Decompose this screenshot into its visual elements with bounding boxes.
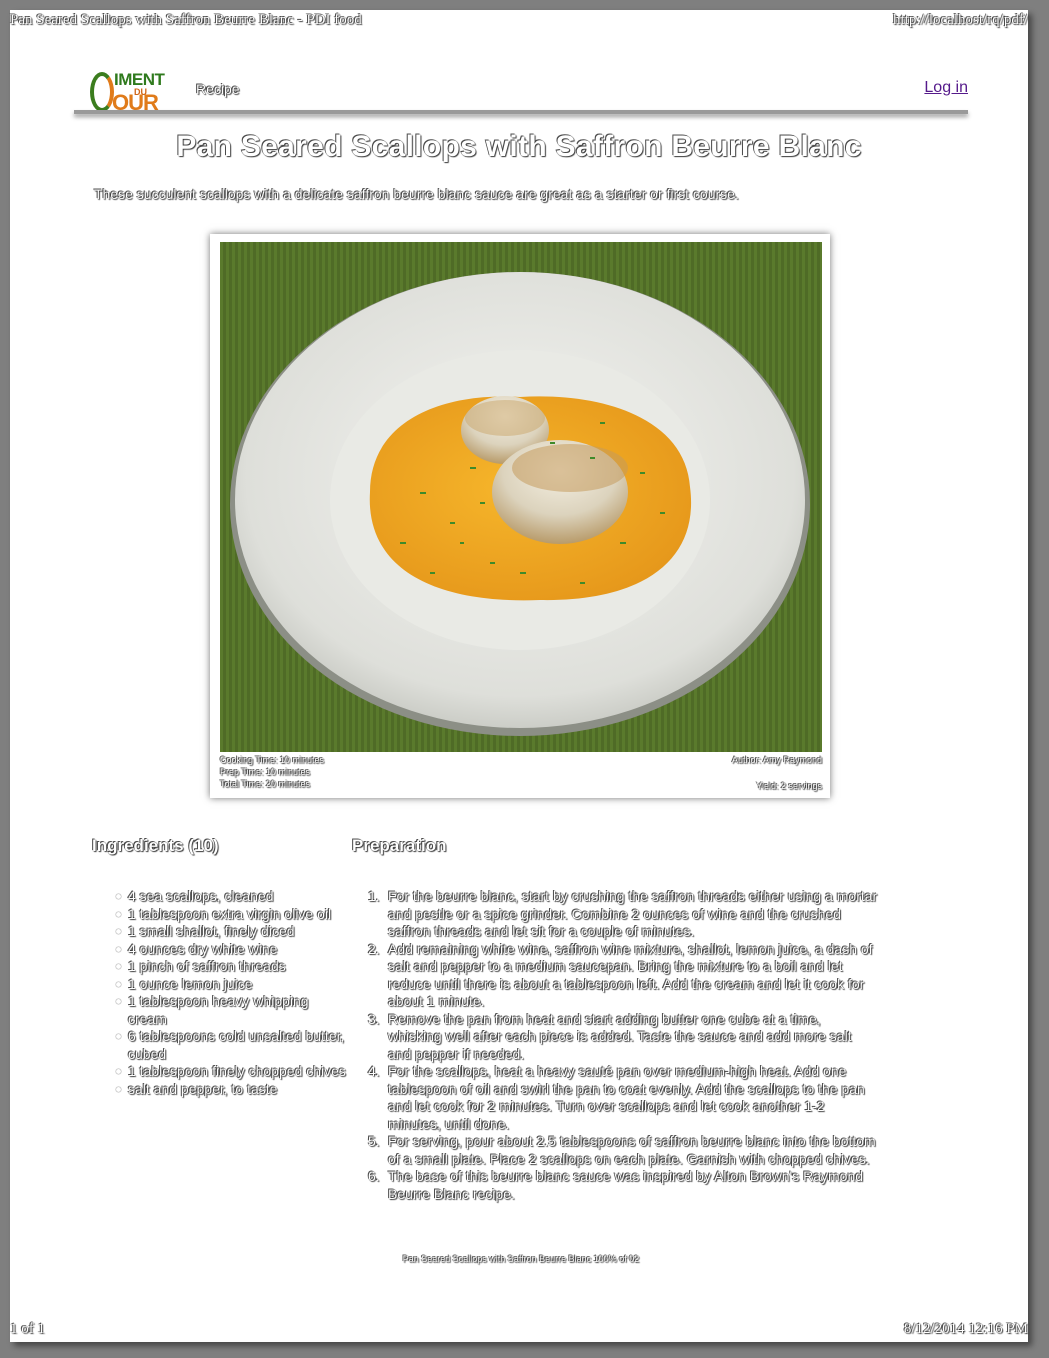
logo-swirl-icon	[90, 72, 114, 112]
step-number: 1.	[368, 888, 380, 904]
list-item: 1 ounce lemon juice	[116, 976, 348, 994]
preparation-steps: 1. For the beurre blanc, start by crushin…	[368, 888, 878, 1203]
recipe-photo	[220, 242, 822, 752]
list-item: 5. For serving, pour about 2.5 tablespoon…	[368, 1133, 878, 1168]
list-item: 6 tablespoons cold unsalted butter, cube…	[116, 1028, 348, 1063]
list-item: 2. Add remaining white wine, saffron wine…	[368, 940, 878, 1011]
list-item: 4 ounces dry white wine	[116, 941, 348, 959]
list-item: 3. Remove the pan from heat and start add…	[368, 1010, 878, 1064]
step-number: 2.	[368, 940, 380, 957]
step-number: 5.	[368, 1133, 380, 1149]
step-text: For the beurre blanc, start by crushing …	[388, 888, 878, 939]
recipe-times: Cooking Time: 10 minutes Prep Time: 10 m…	[220, 754, 324, 790]
list-item: 1 pinch of saffron threads	[116, 958, 348, 976]
step-text: The base of this beurre blanc sauce was …	[388, 1168, 864, 1202]
print-footer-page-count: 1 of 1	[10, 1321, 45, 1337]
step-text: For serving, pour about 2.5 tablespoons …	[388, 1133, 876, 1167]
site-header: IMENT DU OUR Recipe Log in	[74, 66, 968, 116]
list-item: 4. For the scallops, heat a heavy sauté p…	[368, 1063, 878, 1133]
printed-page: Pan Seared Scallops with Saffron Beurre …	[10, 10, 1028, 1342]
list-item: 6. The base of this beurre blanc sauce wa…	[368, 1168, 878, 1203]
list-item: 1 small shallot, finely diced	[116, 923, 348, 941]
total-time: Total Time: 20 minutes	[220, 779, 311, 789]
header-divider	[74, 110, 968, 114]
step-number: 6.	[368, 1168, 380, 1184]
step-number: 4.	[368, 1063, 380, 1079]
cooking-time: Cooking Time: 10 minutes	[220, 755, 325, 765]
nav-recipe[interactable]: Recipe	[196, 81, 240, 97]
recipe-title: Pan Seared Scallops with Saffron Beurre …	[176, 130, 862, 163]
step-text: Add remaining white wine, saffron wine m…	[388, 940, 873, 1010]
recipe-yield: Yield: 2 servings	[756, 781, 822, 791]
step-text: For the scallops, heat a heavy sauté pan…	[388, 1063, 865, 1132]
ingredients-heading: Ingredients (10)	[92, 836, 219, 855]
list-item: salt and pepper, to taste	[116, 1081, 348, 1099]
login-link[interactable]: Log in	[924, 79, 968, 97]
print-footer-date: 8/12/2014 12:16 PM	[903, 1321, 1028, 1337]
site-logo[interactable]: IMENT DU OUR	[90, 70, 180, 115]
step-number: 3.	[368, 1010, 380, 1027]
recipe-intro: These succulent scallops with a delicate…	[94, 186, 739, 202]
ingredients-list: 4 sea scallops, cleaned 1 tablespoon ext…	[116, 888, 348, 1099]
list-item: 1 tablespoon heavy whipping cream	[116, 993, 348, 1028]
print-header-url: http://localhost/rq/pdf/	[893, 12, 1028, 28]
list-item: 1 tablespoon extra virgin olive oil	[116, 906, 348, 924]
list-item: 4 sea scallops, cleaned	[116, 888, 348, 906]
list-item: 1 tablespoon finely chopped chives	[116, 1063, 348, 1081]
scallops-plate-image	[220, 242, 822, 752]
prep-time: Prep Time: 10 minutes	[220, 767, 311, 777]
page-footer-note: Pan Seared Scallops with Saffron Beurre …	[402, 1254, 640, 1264]
list-item: 1. For the beurre blanc, start by crushin…	[368, 888, 878, 941]
print-header-title: Pan Seared Scallops with Saffron Beurre …	[10, 12, 362, 28]
step-text: Remove the pan from heat and start addin…	[388, 1010, 852, 1062]
recipe-author: Author: Amy Raymond	[731, 755, 822, 765]
recipe-photo-frame: Cooking Time: 10 minutes Prep Time: 10 m…	[210, 234, 830, 798]
preparation-heading: Preparation	[352, 836, 447, 855]
